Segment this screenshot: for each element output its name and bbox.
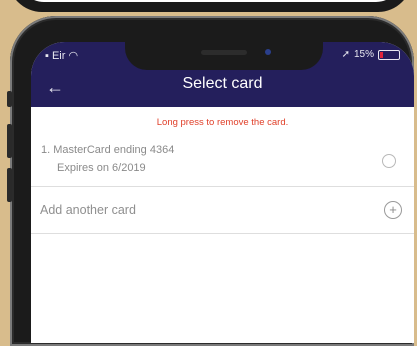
previous-phone-screen xyxy=(18,0,402,2)
battery-fill xyxy=(380,51,383,58)
card-list-item[interactable]: 1. MasterCard ending 4364 Expires on 6/2… xyxy=(31,136,414,187)
volume-down-button xyxy=(7,168,12,202)
add-card-label: Add another card xyxy=(40,203,136,217)
battery-percent: 15% xyxy=(353,49,374,60)
plus-circle-icon[interactable]: + xyxy=(384,201,402,219)
phone-screen: ▪ Eir ◠ ➚ 15% ← Select card Long press t… xyxy=(31,42,414,343)
battery-icon xyxy=(378,49,400,60)
card-name: 1. MasterCard ending 4364 xyxy=(41,144,175,156)
remove-hint: Long press to remove the card. xyxy=(156,117,289,128)
wifi-icon: ◠ xyxy=(68,50,79,62)
carrier-name: Eir xyxy=(51,50,66,62)
speaker-grille xyxy=(201,50,247,55)
nav-bar: ▪ Eir ◠ ➚ 15% ← Select card xyxy=(31,42,414,107)
signal-icon: ▪ xyxy=(45,50,49,62)
phone-frame: ▪ Eir ◠ ➚ 15% ← Select card Long press t… xyxy=(7,16,414,346)
front-camera-icon xyxy=(265,49,271,55)
page-title: Select card xyxy=(182,75,263,92)
mute-switch xyxy=(7,91,12,107)
card-expiry: Expires on 6/2019 xyxy=(57,162,146,174)
previous-phone-frame xyxy=(8,0,412,12)
volume-up-button xyxy=(7,124,12,158)
status-right: ➚ 15% xyxy=(342,49,400,60)
location-icon: ➚ xyxy=(341,49,350,60)
add-card-row[interactable]: Add another card + xyxy=(31,187,414,234)
notch xyxy=(125,42,323,70)
status-carrier: ▪ Eir ◠ xyxy=(45,49,78,62)
card-select-radio-icon[interactable] xyxy=(382,154,396,168)
